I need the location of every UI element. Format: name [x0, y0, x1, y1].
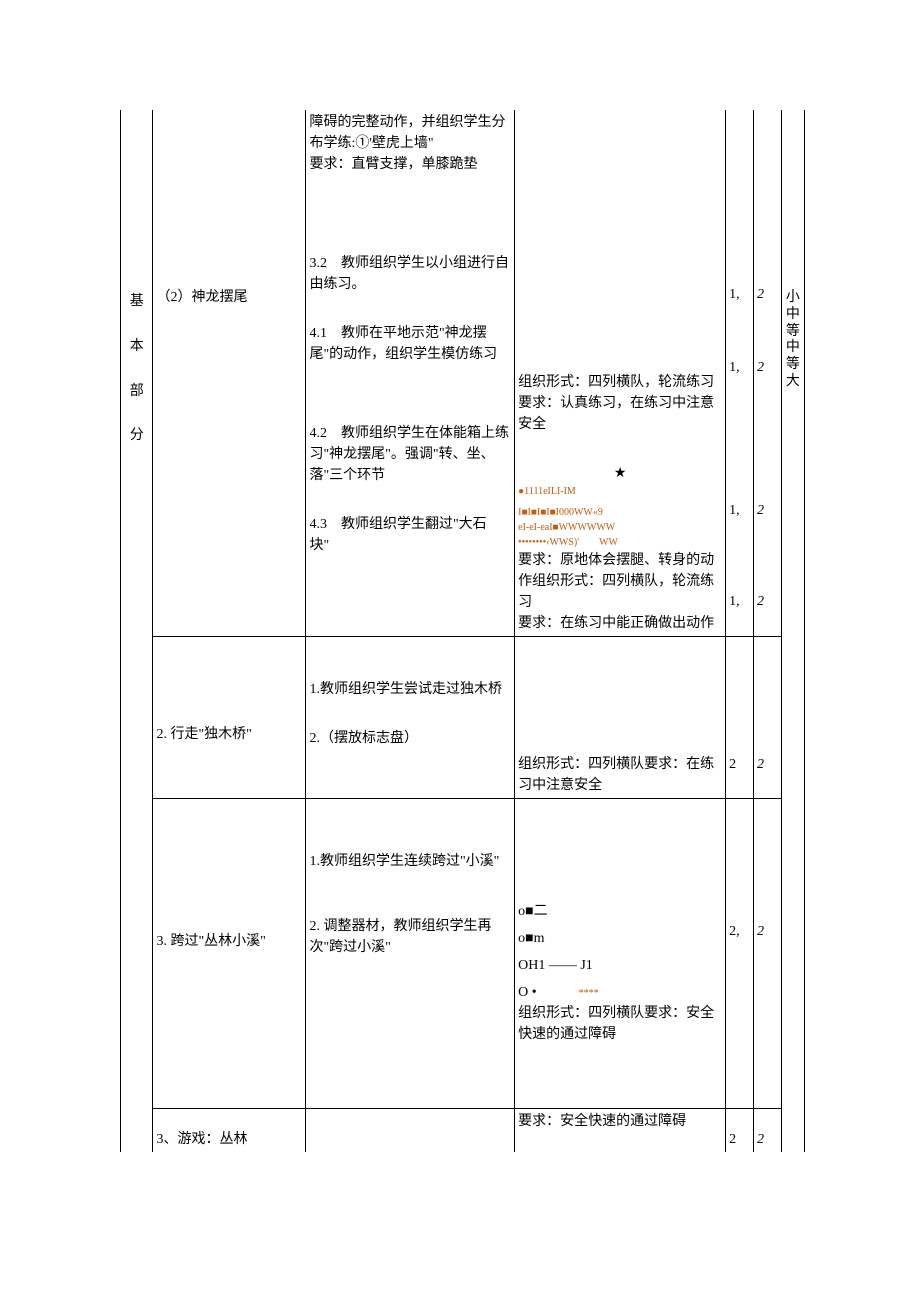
intensity-char: 大 — [785, 374, 801, 391]
diagram-text: I■I■I■I■I000WW«9 — [518, 505, 722, 520]
intensity-char: 中 — [785, 307, 801, 324]
teacher-step: 2. 调整器材，教师组织学生再次"跨过小溪" — [309, 916, 511, 958]
activity-cell: 3、游戏：丛林 — [153, 1109, 306, 1153]
org-text: 要求：原地体会摆腿、转身的动作组织形式：四列横队，轮流练习 — [518, 550, 722, 613]
lesson-plan-table: 基 本 部 分 （2）神龙摆尾 障碍的完整动作，并组织学生分布学练:①'壁虎上墙… — [120, 110, 805, 1152]
count-value: 1, — [729, 284, 750, 305]
diagram-text: ●1111eILI-IM — [518, 484, 722, 499]
teacher-step: 1.教师组织学生尝试走过独木桥 — [309, 679, 511, 700]
count-cell: 2 — [753, 637, 781, 799]
intensity-char: 小 — [785, 290, 801, 307]
org-cell: 组织形式：四列横队，轮流练习 要求：认真练习，在练习中注意安全 ★ ●1111e… — [515, 110, 726, 637]
activity-text: 3. 跨过"丛林小溪" — [156, 931, 302, 952]
count-value: 2 — [757, 357, 778, 378]
count-cell: 2 2 2 2 — [753, 110, 781, 637]
activity-text: 2. 行走"独木桥" — [156, 724, 302, 745]
intensity-char: 等 — [785, 357, 801, 374]
section-label-cell: 基 本 部 分 — [121, 110, 153, 1152]
teacher-cell: 1.教师组织学生连续跨过"小溪" 2. 调整器材，教师组织学生再次"跨过小溪" — [306, 799, 515, 1109]
teacher-step: 4.3 教师组织学生翻过"大石 块" — [309, 514, 511, 556]
count-value: 2 — [729, 1129, 750, 1150]
teacher-cell: 障碍的完整动作，并组织学生分布学练:①'壁虎上墙" 要求：直臂支撑，单膝跪垫 3… — [306, 110, 515, 637]
activity-text: 3、游戏：丛林 — [156, 1129, 302, 1150]
count-value: 2 — [729, 754, 750, 775]
teacher-cell: 1.教师组织学生尝试走过独木桥 2.（摆放标志盘） — [306, 637, 515, 799]
count-value: 2, — [729, 921, 750, 942]
section-char: 本 — [124, 325, 149, 370]
diagram-text: o■二 — [518, 901, 722, 922]
count-cell: 2, — [726, 799, 754, 1109]
count-value: 1, — [729, 500, 750, 521]
teacher-step: 障碍的完整动作，并组织学生分布学练:①'壁虎上墙" 要求：直臂支撑，单膝跪垫 — [309, 112, 511, 175]
count-value: 2 — [757, 500, 778, 521]
org-text: 组织形式：四列横队要求：在练习中注意安全 — [518, 754, 722, 796]
org-text: 组织形式：四列横队，轮流练习 — [518, 372, 722, 393]
diagram-text: ••••••••‹WWS)' WW — [518, 535, 722, 550]
intensity-char: 中 — [785, 340, 801, 357]
activity-text: （2）神龙摆尾 — [156, 287, 302, 308]
teacher-step: 4.2 教师组织学生在体能箱上练习"神龙摆尾"。强调"转、坐、落"三个环节 — [309, 423, 511, 486]
count-value: 2 — [757, 284, 778, 305]
activity-cell: 3. 跨过"丛林小溪" — [153, 799, 306, 1109]
count-cell: 1, 1, 1, 1, — [726, 110, 754, 637]
intensity-cell: 小 中 等 中 等 大 — [781, 110, 804, 1152]
org-text: 要求：认真练习，在练习中注意安全 — [518, 393, 722, 435]
diagram-text: eI-eI-eaI■WWWWWW — [518, 520, 722, 535]
star-icon: ★ — [518, 463, 722, 484]
org-text: 要求：在练习中能正确做出动作 — [518, 613, 722, 634]
diagram-text: O • **** — [518, 982, 722, 1003]
count-value: 2 — [757, 1129, 778, 1150]
intensity-char: 等 — [785, 324, 801, 341]
section-char: 部 — [124, 370, 149, 415]
count-value: 1, — [729, 357, 750, 378]
count-cell: 2 — [753, 1109, 781, 1153]
org-cell: 组织形式：四列横队要求：在练习中注意安全 — [515, 637, 726, 799]
org-text: 组织形式：四列横队要求：安全快速的通过障碍 — [518, 1003, 722, 1045]
teacher-step: 2.（摆放标志盘） — [309, 728, 511, 749]
teacher-cell — [306, 1109, 515, 1153]
activity-cell: （2）神龙摆尾 — [153, 110, 306, 637]
org-text: 要求：安全快速的通过障碍 — [518, 1111, 722, 1132]
teacher-step: 4.1 教师在平地示范"神龙摆尾"的动作，组织学生模仿练习 — [309, 323, 511, 365]
teacher-step: 3.2 教师组织学生以小组进行自由练习。 — [309, 253, 511, 295]
count-value: 2 — [757, 921, 778, 942]
count-cell: 2 — [726, 637, 754, 799]
count-cell: 2 — [726, 1109, 754, 1153]
count-value: 2 — [757, 754, 778, 775]
count-value: 2 — [757, 591, 778, 612]
count-cell: 2 — [753, 799, 781, 1109]
diagram-text: OH1 ―― J1 — [518, 955, 722, 976]
count-value: 1, — [729, 591, 750, 612]
diagram-text: o■m — [518, 928, 722, 949]
section-char: 分 — [124, 414, 149, 459]
section-char: 基 — [124, 280, 149, 325]
teacher-step: 1.教师组织学生连续跨过"小溪" — [309, 851, 511, 872]
org-cell: 要求：安全快速的通过障碍 — [515, 1109, 726, 1153]
org-cell: o■二 o■m OH1 ―― J1 O • **** 组织形式：四列横队要求：安… — [515, 799, 726, 1109]
activity-cell: 2. 行走"独木桥" — [153, 637, 306, 799]
